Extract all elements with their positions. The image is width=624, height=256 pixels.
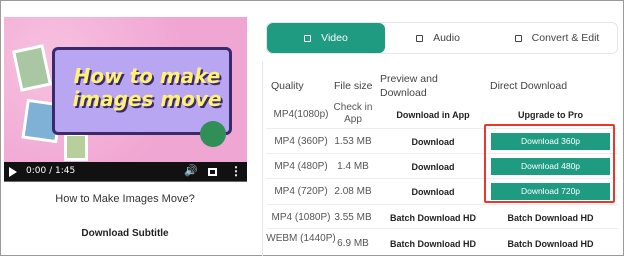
- header-direct-download: Direct Download: [490, 80, 568, 92]
- thumbnail-photo: [64, 133, 88, 161]
- size-cell: Check in App: [333, 102, 373, 125]
- batch-download-hd-link[interactable]: Batch Download HD: [378, 212, 488, 224]
- size-cell: 1.53 MB: [334, 136, 372, 147]
- download-link[interactable]: Download: [378, 161, 488, 173]
- header-file-size: File size: [334, 80, 373, 92]
- tab-convert-edit[interactable]: Convert & Edit: [499, 23, 615, 53]
- thumbnail-title: How to make images move: [72, 64, 222, 111]
- batch-download-hd-link[interactable]: Batch Download HD: [491, 212, 610, 224]
- badge-icon: [200, 121, 226, 147]
- quality-cell: MP4 (360P): [274, 136, 328, 147]
- quality-cell: MP4 (480P): [274, 161, 328, 172]
- size-cell: 2.08 MB: [334, 186, 372, 197]
- upgrade-to-pro-link[interactable]: Upgrade to Pro: [491, 109, 610, 121]
- video-icon: [304, 34, 312, 42]
- divider: [262, 62, 263, 256]
- video-thumbnail[interactable]: How to make images move: [4, 17, 247, 162]
- header-quality: Quality: [271, 80, 304, 92]
- download-in-app-link[interactable]: Download in App: [378, 109, 488, 121]
- playback-time: 0:00 / 1:45: [26, 166, 76, 176]
- quality-cell: MP4 (1080P): [271, 212, 331, 223]
- batch-download-hd-link[interactable]: Batch Download HD: [378, 238, 488, 250]
- size-cell: 3.55 MB: [334, 212, 372, 223]
- batch-download-hd-link[interactable]: Batch Download HD: [491, 238, 610, 250]
- download-subtitle-link[interactable]: Download Subtitle: [0, 228, 250, 239]
- row-divider: [266, 204, 618, 205]
- tab-label: Convert & Edit: [531, 32, 600, 44]
- row-divider: [266, 228, 618, 229]
- play-icon[interactable]: [9, 167, 17, 177]
- quality-cell: MP4(1080p): [273, 109, 329, 120]
- volume-icon[interactable]: 🔊: [184, 165, 198, 177]
- download-link[interactable]: Download: [378, 136, 488, 148]
- fullscreen-icon[interactable]: [208, 168, 217, 176]
- audio-icon: [416, 34, 424, 42]
- tab-audio[interactable]: Audio: [389, 23, 487, 53]
- quality-cell: WEBM (1440P): [266, 233, 336, 244]
- header-preview-download: Preview and Download: [380, 73, 438, 99]
- tab-label: Audio: [433, 32, 460, 44]
- size-cell: 1.4 MB: [337, 161, 369, 172]
- download-link[interactable]: Download: [378, 186, 488, 198]
- progress-bar[interactable]: [4, 181, 247, 182]
- edit-icon: [514, 34, 522, 42]
- video-title: How to Make Images Move?: [55, 193, 195, 205]
- tab-video[interactable]: Video: [267, 23, 385, 53]
- more-options-icon[interactable]: ⋮: [230, 164, 242, 178]
- tab-label: Video: [321, 32, 348, 44]
- format-tabs: Video Audio Convert & Edit: [266, 22, 618, 54]
- quality-cell: MP4 (720P): [274, 186, 328, 197]
- video-player[interactable]: How to make images move 0:00 / 1:45 🔊 ⋮: [4, 17, 247, 182]
- size-cell: 6.9 MB: [337, 238, 369, 249]
- highlight-box: [484, 124, 615, 203]
- thumbnail-photo: [11, 44, 53, 92]
- player-controls: 0:00 / 1:45 🔊 ⋮: [4, 162, 247, 182]
